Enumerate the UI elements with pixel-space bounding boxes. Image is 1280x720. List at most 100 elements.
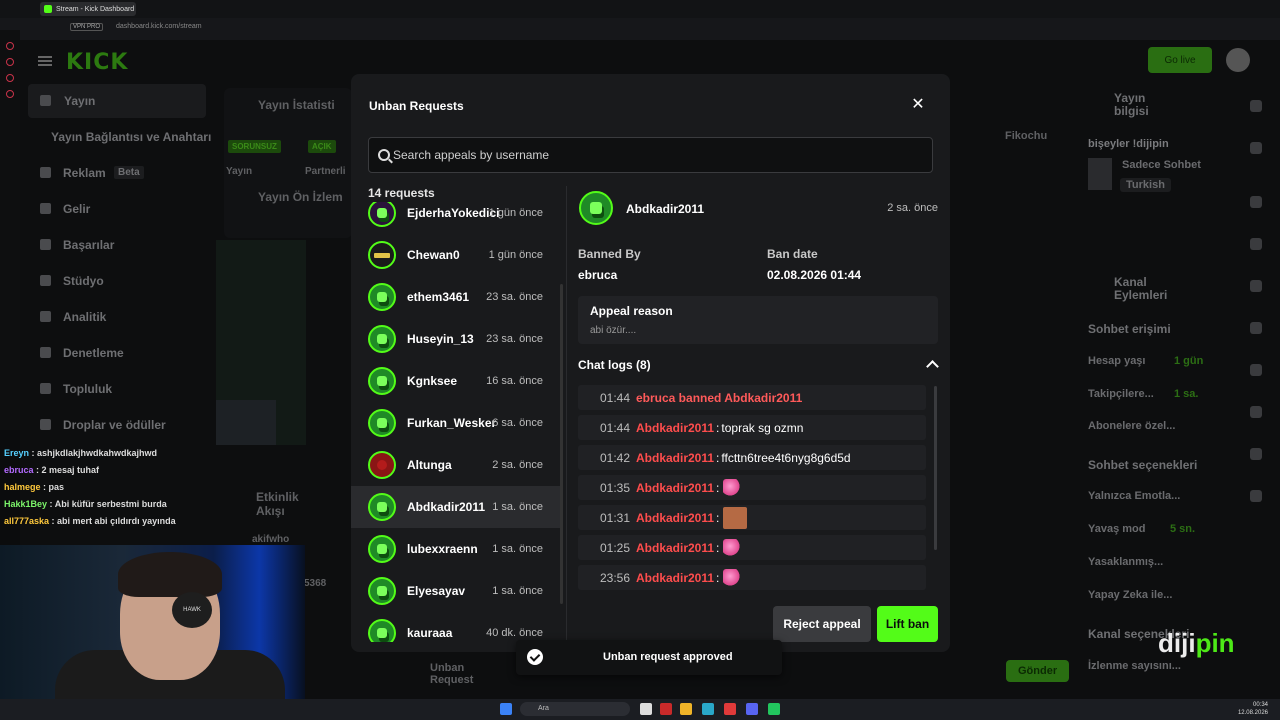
list-item-selected[interactable]: Abdkadir2011 1 sa. önce (351, 486, 561, 528)
nav-item-community[interactable]: Topluluk (63, 382, 112, 396)
ai-label[interactable]: Yapay Zeka ile... (1088, 589, 1172, 601)
list-item[interactable]: lubexxraenn 1 sa. önce (351, 528, 561, 570)
list-item[interactable]: Chewan0 1 gün önce (351, 234, 561, 276)
app-icon[interactable] (702, 703, 714, 715)
vpn-badge[interactable]: VPN PRO (70, 23, 104, 31)
chevron-up-icon[interactable] (926, 360, 939, 373)
chat-msg: pas (48, 482, 65, 492)
list-item[interactable]: ethem3461 23 sa. önce (351, 276, 561, 318)
slow-mode-value: 5 sn. (1170, 523, 1196, 535)
account-age-label[interactable]: Hesap yaşı (1088, 355, 1145, 367)
go-live-button[interactable]: Go live (1148, 47, 1212, 73)
category: Sadece Sohbet (1122, 159, 1201, 171)
taskbar-clock[interactable]: 00:34 12.08.2026 (1238, 701, 1268, 717)
sidebar-app-icon[interactable] (6, 42, 14, 50)
status-badge: SORUNSUZ (228, 140, 281, 153)
list-item[interactable]: Furkan_Wesker 6 sa. önce (351, 402, 561, 444)
url-text[interactable]: dashboard.kick.com/stream (116, 23, 202, 30)
sidebar-app-icon[interactable] (6, 74, 14, 82)
chat-logs-list[interactable]: 01:44 ebruca banned Abdkadir2011 01:44 A… (578, 385, 928, 595)
taskview-icon[interactable] (640, 703, 652, 715)
chat-log-row: 01:35 Abdkadir2011: (578, 475, 926, 500)
chat-log-row: 01:42 Abdkadir2011: ffcttn6tree4t6nyg8g6… (578, 445, 926, 470)
document-icon[interactable] (1250, 280, 1262, 292)
stream-chat-line: Hakk1Bey : Abi küfür serbestmi burda (4, 499, 167, 509)
browser-sidebar (0, 30, 20, 430)
start-icon[interactable] (500, 703, 512, 715)
nav-item-analytics[interactable]: Analitik (63, 310, 106, 324)
chat-icon[interactable] (1250, 322, 1262, 334)
avatar (368, 283, 396, 311)
nav-item-stream[interactable]: Yayın (64, 94, 95, 108)
browser-tab[interactable]: Stream - Kick Dashboard (40, 2, 136, 16)
followers-label[interactable]: Takipçilere... (1088, 388, 1154, 400)
list-item[interactable]: Elyesayav 1 sa. önce (351, 570, 561, 612)
wrench-icon[interactable] (1250, 448, 1262, 460)
nav-item-revenue[interactable]: Gelir (63, 202, 90, 216)
chat-user: Hakk1Bey (4, 499, 48, 509)
subs-only-label[interactable]: Abonelere özel... (1088, 420, 1175, 432)
nav-item-studio[interactable]: Stüdyo (63, 274, 104, 288)
layers-icon[interactable] (1250, 406, 1262, 418)
avatar (368, 367, 396, 395)
emote-only-label[interactable]: Yalnızca Emotla... (1088, 490, 1180, 502)
followers-value: 1 sa. (1174, 388, 1199, 400)
nav-item-drops[interactable]: Droplar ve ödüller (63, 418, 166, 432)
chat-msg: ashjkdlakjhwdkahwdkajhwd (37, 448, 158, 458)
target-icon[interactable] (1250, 196, 1262, 208)
sidebar-app-icon[interactable] (6, 90, 14, 98)
widgets-icon[interactable] (1250, 490, 1262, 502)
nav-item-achievements[interactable]: Başarılar (63, 238, 114, 252)
detail-time: 2 sa. önce (887, 202, 938, 214)
request-time: 16 sa. önce (486, 374, 543, 387)
log-user: Abdkadir2011 (636, 540, 715, 555)
app-icon[interactable] (724, 703, 736, 715)
list-item[interactable]: Huseyin_13 23 sa. önce (351, 318, 561, 360)
list-item[interactable]: EjderhaYokedici 1 gün önce (351, 202, 561, 234)
logs-scrollbar[interactable] (934, 386, 937, 550)
ban-date-value: 02.08.2026 01:44 (767, 268, 862, 282)
avatar[interactable] (1226, 48, 1250, 72)
request-username: Altunga (407, 458, 452, 472)
lift-ban-button[interactable]: Lift ban (877, 606, 938, 642)
nav-item-ads[interactable]: Reklam (63, 166, 106, 180)
taskbar-search[interactable]: Ara (520, 702, 630, 716)
discord-icon[interactable] (746, 703, 758, 715)
reject-appeal-button[interactable]: Reject appeal (773, 606, 871, 642)
list-scrollbar[interactable] (560, 284, 563, 604)
list-item[interactable]: Altunga 2 sa. önce (351, 444, 561, 486)
request-list[interactable]: EjderhaYokedici 1 gün önce Chewan0 1 gün… (351, 202, 561, 642)
appeal-reason-box: Appeal reason abi özür.... (578, 296, 938, 344)
app-icon[interactable] (768, 703, 780, 715)
viewer-count-label[interactable]: İzlenme sayısını... (1088, 660, 1181, 672)
log-user: Abdkadir2011 (636, 570, 715, 585)
stream-chat-line: all777aska : abi mert abi çıldırdı yayın… (4, 516, 176, 526)
search-field[interactable] (368, 137, 933, 173)
nav-item-stream-key[interactable]: Yayın Bağlantısı ve Anahtarı (51, 130, 211, 144)
headset-logo: HAWK (172, 592, 212, 628)
bolt-icon[interactable] (1250, 238, 1262, 250)
banned-words-label[interactable]: Yasaklanmış... (1088, 556, 1163, 568)
send-button[interactable]: Gönder (1006, 660, 1070, 682)
search-input[interactable] (393, 138, 923, 172)
watermark-logo: dijipin (1158, 628, 1235, 659)
stat-label: Yayın (226, 166, 253, 177)
info-icon[interactable] (1250, 100, 1262, 112)
sidebar-app-icon[interactable] (6, 58, 14, 66)
slow-mode-label[interactable]: Yavaş mod (1088, 523, 1145, 535)
clock-time: 00:34 (1252, 702, 1268, 708)
folder-icon[interactable] (680, 703, 692, 715)
broadcast-icon[interactable] (1250, 364, 1262, 376)
list-item[interactable]: Kgnksee 16 sa. önce (351, 360, 561, 402)
stats-title: Yayın İstatisti (258, 98, 335, 112)
edit-icon[interactable] (1250, 142, 1262, 154)
menu-icon[interactable] (38, 56, 52, 66)
close-icon[interactable]: ✕ (909, 96, 927, 114)
browser-icon[interactable] (660, 703, 672, 715)
chat-user: halmege (4, 482, 41, 492)
unban-requests-panel-title[interactable]: Unban Request (430, 662, 490, 686)
request-time: 23 sa. önce (486, 332, 543, 345)
list-item[interactable]: kauraaa 40 dk. önce (351, 612, 561, 642)
nav-item-moderation[interactable]: Denetleme (63, 346, 124, 360)
avatar (368, 577, 396, 605)
